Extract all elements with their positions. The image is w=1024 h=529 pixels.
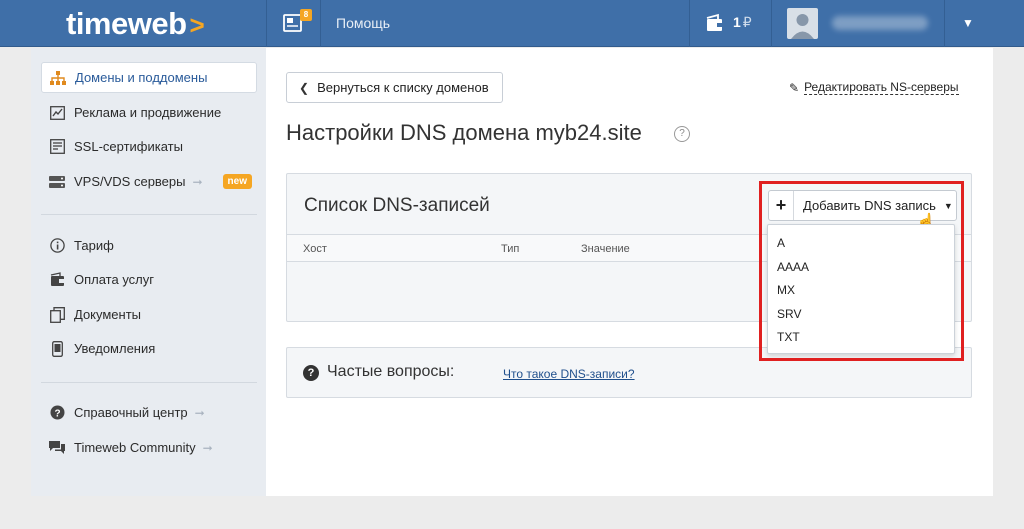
divider [944, 0, 945, 47]
balance[interactable]: 1 ₽ [733, 14, 752, 31]
server-icon [49, 174, 65, 190]
sidebar-item-vps[interactable]: VPS/VDS серверы ➞ new [41, 166, 257, 197]
new-badge: new [222, 174, 252, 189]
divider [689, 0, 690, 47]
back-button-label: Вернуться к списку доменов [317, 80, 489, 95]
sidebar-item-community[interactable]: Timeweb Community ➞ [41, 432, 257, 463]
sidebar-item-label: Реклама и продвижение [74, 105, 222, 120]
dns-panel-title: Список DNS-записей [304, 195, 490, 216]
documents-icon [49, 306, 65, 323]
column-host: Хост [303, 243, 327, 255]
divider [266, 0, 267, 47]
divider [771, 0, 772, 47]
logo[interactable]: timeweb > [66, 6, 205, 42]
sidebar-divider [41, 214, 257, 215]
sidebar-item-label: Справочный центр [74, 405, 188, 420]
wallet-icon[interactable] [704, 13, 726, 33]
sidebar-item-label: Документы [74, 307, 142, 322]
sidebar-item-ads[interactable]: Реклама и продвижение [41, 97, 257, 128]
pencil-icon: ✎ [789, 80, 800, 95]
top-bar: timeweb > 8 Помощь 1 ₽ ▼ [0, 0, 1024, 47]
page-title: Настройки DNS домена myb24.site [286, 120, 642, 145]
logo-arrow-icon: > [189, 10, 205, 40]
certificate-icon [49, 139, 65, 155]
sidebar-item-notifications[interactable]: Уведомления [41, 333, 257, 364]
sidebar: Домены и поддомены Реклама и продвижение… [31, 48, 266, 496]
chart-icon [49, 105, 65, 121]
news-count-badge: 8 [300, 9, 312, 21]
avatar[interactable] [787, 8, 818, 39]
sidebar-item-label: Домены и поддомены [75, 70, 208, 85]
back-to-domains-button[interactable]: ❮ Вернуться к списку доменов [286, 72, 503, 103]
username-blurred[interactable] [832, 16, 928, 30]
question-icon[interactable]: ? [674, 126, 690, 142]
sidebar-item-label: Тариф [74, 238, 114, 253]
column-value: Значение [581, 243, 630, 255]
edit-ns-link[interactable]: ✎ Редактировать NS-серверы [789, 80, 959, 95]
sidebar-divider [41, 382, 257, 383]
sidebar-item-label: Уведомления [74, 341, 156, 356]
sidebar-item-documents[interactable]: Документы [41, 299, 257, 330]
sidebar-item-label: Timeweb Community [74, 440, 196, 455]
divider [320, 0, 321, 47]
sitemap-icon [50, 70, 66, 86]
question-circle-icon: ? [303, 365, 319, 381]
highlight-frame [759, 181, 964, 361]
sidebar-item-label: VPS/VDS серверы [74, 174, 186, 189]
info-icon [49, 238, 65, 254]
chat-icon [49, 440, 65, 456]
sidebar-item-ssl[interactable]: SSL-сертификаты [41, 131, 257, 162]
svg-text:?: ? [54, 408, 60, 419]
external-arrow-icon: ➞ [194, 405, 205, 420]
help-link[interactable]: Помощь [336, 15, 390, 31]
sidebar-item-label: Оплата услуг [74, 272, 155, 287]
caret-down-icon[interactable]: ▼ [962, 16, 974, 30]
external-arrow-icon: ➞ [192, 174, 203, 189]
edit-ns-label: Редактировать NS-серверы [804, 80, 959, 95]
sidebar-item-label: SSL-сертификаты [74, 139, 183, 154]
sidebar-item-payment[interactable]: Оплата услуг [41, 264, 257, 295]
faq-title: Частые вопросы: [327, 363, 455, 380]
chevron-left-icon: ❮ [299, 80, 310, 95]
user-icon [791, 14, 814, 39]
column-type: Тип [501, 243, 520, 255]
sidebar-item-tariff[interactable]: Тариф [41, 230, 257, 261]
phone-icon [49, 340, 65, 357]
sidebar-item-domains[interactable]: Домены и поддомены [41, 62, 257, 93]
sidebar-item-help-center[interactable]: ? Справочный центр ➞ [41, 397, 257, 428]
payment-icon [49, 272, 65, 288]
help-icon: ? [49, 405, 65, 421]
faq-link[interactable]: Что такое DNS-записи? [503, 367, 635, 381]
external-arrow-icon: ➞ [202, 440, 213, 455]
